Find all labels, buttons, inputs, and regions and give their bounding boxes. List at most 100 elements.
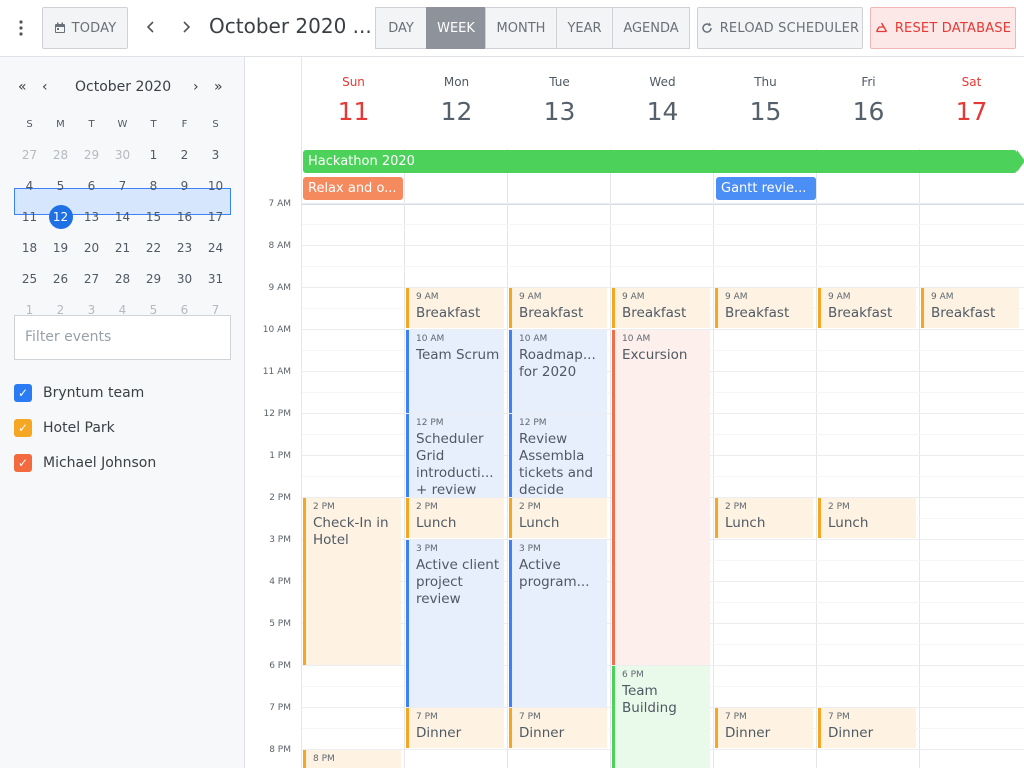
previous-icon[interactable] bbox=[143, 17, 159, 37]
calendar-event[interactable]: 9 AM Breakfast bbox=[715, 288, 813, 328]
calendar-event[interactable]: 12 PM Scheduler Grid introducti... + revi… bbox=[406, 414, 504, 497]
calendar-event[interactable]: 7 PM Dinner bbox=[715, 708, 813, 748]
resource-filter-item[interactable]: ✓ Bryntum team bbox=[14, 383, 144, 403]
calendar-event[interactable]: 2 PM Lunch bbox=[715, 498, 813, 538]
next-year-icon[interactable]: » bbox=[214, 79, 223, 95]
calendar-event[interactable]: 9 AM Breakfast bbox=[509, 288, 607, 328]
mini-calendar-day[interactable]: 25 bbox=[14, 264, 45, 295]
mini-calendar-day[interactable]: 2 bbox=[169, 140, 200, 171]
filter-events-input[interactable]: Filter events bbox=[14, 315, 231, 360]
mini-calendar-week[interactable]: 27 28 29 30 1 2 3 bbox=[14, 140, 231, 171]
mini-calendar-day[interactable]: 11 bbox=[14, 202, 45, 233]
mini-calendar-week[interactable]: 18 19 20 21 22 23 24 bbox=[14, 233, 231, 264]
calendar-event[interactable]: 9 AM Breakfast bbox=[818, 288, 916, 328]
mini-calendar-day[interactable]: 14 bbox=[107, 202, 138, 233]
menu-icon[interactable] bbox=[14, 18, 28, 38]
calendar-event[interactable]: 2 PM Lunch bbox=[406, 498, 504, 538]
all-day-event[interactable]: Gantt revie... bbox=[716, 177, 816, 200]
event-name: Dinner bbox=[725, 725, 771, 741]
day-header[interactable]: Wed 14 bbox=[611, 57, 714, 149]
previous-year-icon[interactable]: « bbox=[18, 79, 27, 95]
checkbox-icon[interactable]: ✓ bbox=[14, 419, 32, 437]
calendar-event[interactable]: 7 PM Dinner bbox=[818, 708, 916, 748]
mini-calendar-day[interactable]: 19 bbox=[45, 233, 76, 264]
mini-calendar-day[interactable]: 30 bbox=[169, 264, 200, 295]
calendar-event[interactable]: 10 AM Roadmap... for 2020 bbox=[509, 330, 607, 413]
checkbox-icon[interactable]: ✓ bbox=[14, 384, 32, 402]
view-month-button[interactable]: MONTH bbox=[485, 7, 557, 49]
view-year-button[interactable]: YEAR bbox=[556, 7, 613, 49]
mini-calendar-day[interactable]: 29 bbox=[138, 264, 169, 295]
mini-calendar-day[interactable]: 3 bbox=[200, 140, 231, 171]
mini-calendar-day[interactable]: 27 bbox=[76, 264, 107, 295]
calendar-event[interactable]: 3 PM Active program... bbox=[509, 540, 607, 707]
calendar-event[interactable]: 2 PM Lunch bbox=[818, 498, 916, 538]
calendar-event[interactable]: 7 PM Dinner bbox=[406, 708, 504, 748]
reload-scheduler-button[interactable]: RELOAD SCHEDULER bbox=[697, 7, 863, 49]
calendar-event[interactable]: 10 AM Excursion bbox=[612, 330, 710, 665]
mini-calendar-day[interactable]: 27 bbox=[14, 140, 45, 171]
mini-calendar-day[interactable]: 23 bbox=[169, 233, 200, 264]
view-week-button[interactable]: WEEK bbox=[426, 7, 486, 49]
calendar-event[interactable]: 2 PM Check-In in Hotel bbox=[303, 498, 401, 665]
mini-calendar-day[interactable]: 10 bbox=[200, 171, 231, 202]
mini-calendar-day[interactable]: 20 bbox=[76, 233, 107, 264]
calendar-event[interactable]: 9 AM Breakfast bbox=[406, 288, 504, 328]
mini-calendar-day[interactable]: 13 bbox=[76, 202, 107, 233]
day-header[interactable]: Sat 17 bbox=[920, 57, 1023, 149]
today-button[interactable]: TODAY bbox=[42, 7, 128, 49]
previous-month-icon[interactable]: ‹ bbox=[42, 79, 48, 95]
mini-calendar-day[interactable]: 31 bbox=[200, 264, 231, 295]
reset-database-button[interactable]: RESET DATABASE bbox=[870, 7, 1016, 49]
mini-calendar-day[interactable]: 28 bbox=[45, 140, 76, 171]
checkbox-icon[interactable]: ✓ bbox=[14, 454, 32, 472]
mini-calendar-day[interactable]: 28 bbox=[107, 264, 138, 295]
calendar-event[interactable]: 8 PM bbox=[303, 750, 401, 768]
mini-calendar-day[interactable]: 15 bbox=[138, 202, 169, 233]
mini-calendar-day[interactable]: 8 bbox=[138, 171, 169, 202]
calendar-event[interactable]: 9 AM Breakfast bbox=[921, 288, 1019, 328]
mini-calendar-day[interactable]: 26 bbox=[45, 264, 76, 295]
calendar-event[interactable]: 3 PM Active client project review bbox=[406, 540, 504, 707]
event-name: Active program... bbox=[519, 557, 590, 590]
mini-calendar-day[interactable]: 4 bbox=[14, 171, 45, 202]
mini-calendar-day[interactable]: 9 bbox=[169, 171, 200, 202]
day-header-name: Sun bbox=[342, 75, 365, 89]
day-header[interactable]: Sun 11 bbox=[302, 57, 405, 149]
mini-calendar-day[interactable]: 12 bbox=[45, 202, 76, 233]
calendar-event[interactable]: 7 PM Dinner bbox=[509, 708, 607, 748]
mini-calendar-day[interactable]: 7 bbox=[107, 171, 138, 202]
mini-calendar-day[interactable]: 24 bbox=[200, 233, 231, 264]
resource-filter-item[interactable]: ✓ Michael Johnson bbox=[14, 453, 156, 473]
day-header[interactable]: Thu 15 bbox=[714, 57, 817, 149]
mini-calendar-week[interactable]: 11 12 13 14 15 16 17 bbox=[14, 202, 231, 233]
mini-calendar-day[interactable]: 22 bbox=[138, 233, 169, 264]
mini-calendar-week[interactable]: 25 26 27 28 29 30 31 bbox=[14, 264, 231, 295]
day-header[interactable]: Tue 13 bbox=[508, 57, 611, 149]
next-icon[interactable] bbox=[178, 17, 194, 37]
calendar-event[interactable]: 12 PM Review Assembla tickets and decide bbox=[509, 414, 607, 497]
mini-calendar-day[interactable]: 18 bbox=[14, 233, 45, 264]
calendar-event[interactable]: 6 PM Team Building bbox=[612, 666, 710, 768]
next-month-icon[interactable]: › bbox=[193, 79, 199, 95]
mini-calendar-day[interactable]: 17 bbox=[200, 202, 231, 233]
mini-calendar-day[interactable]: 21 bbox=[107, 233, 138, 264]
day-header-name: Wed bbox=[649, 75, 676, 89]
mini-calendar-day[interactable]: 1 bbox=[138, 140, 169, 171]
day-header[interactable]: Mon 12 bbox=[405, 57, 508, 149]
all-day-event[interactable]: Hackathon 2020 bbox=[303, 150, 1017, 173]
mini-calendar-day[interactable]: 6 bbox=[76, 171, 107, 202]
mini-calendar-day[interactable]: 16 bbox=[169, 202, 200, 233]
resource-filter-item[interactable]: ✓ Hotel Park bbox=[14, 418, 115, 438]
view-agenda-button[interactable]: AGENDA bbox=[612, 7, 690, 49]
calendar-event[interactable]: 2 PM Lunch bbox=[509, 498, 607, 538]
mini-calendar-day[interactable]: 5 bbox=[45, 171, 76, 202]
all-day-event[interactable]: Relax and o... bbox=[303, 177, 403, 200]
mini-calendar-day[interactable]: 30 bbox=[107, 140, 138, 171]
day-header[interactable]: Fri 16 bbox=[817, 57, 920, 149]
mini-calendar-week[interactable]: 4 5 6 7 8 9 10 bbox=[14, 171, 231, 202]
calendar-event[interactable]: 9 AM Breakfast bbox=[612, 288, 710, 328]
calendar-event[interactable]: 10 AM Team Scrum bbox=[406, 330, 504, 413]
mini-calendar-day[interactable]: 29 bbox=[76, 140, 107, 171]
view-day-button[interactable]: DAY bbox=[375, 7, 427, 49]
